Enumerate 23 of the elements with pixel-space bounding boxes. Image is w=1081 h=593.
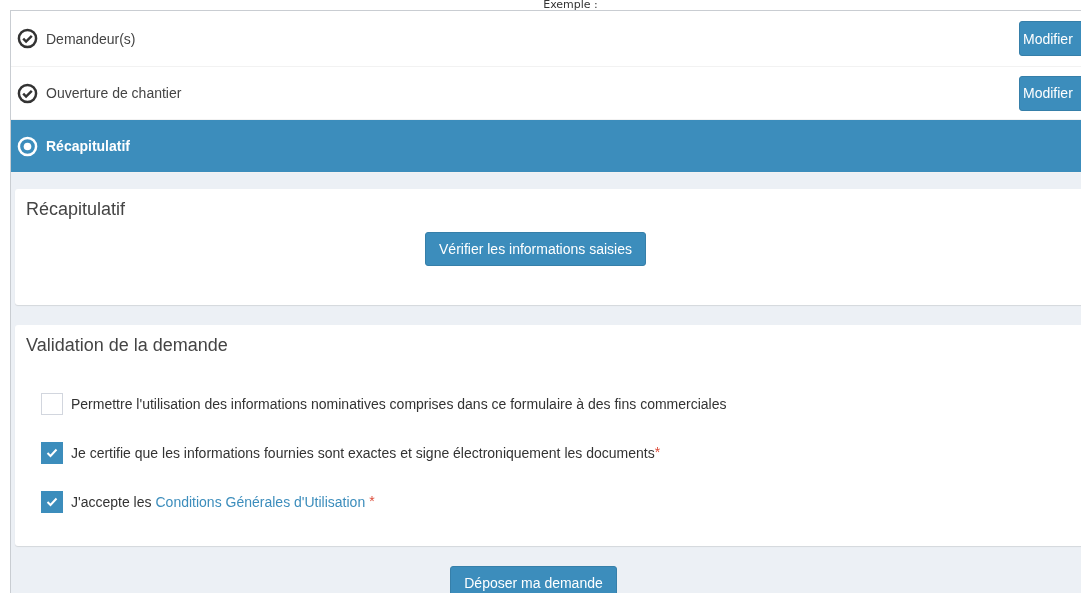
caption: Exemple : (543, 0, 598, 10)
required-mark: * (654, 444, 661, 460)
check-icon (46, 447, 58, 458)
card-title: Validation de la demande (26, 335, 229, 356)
checkbox-label: Permettre l'utilisation des informations nominatives comprises dans ce formulaire à des fins commerciales (71, 395, 727, 412)
checkbox-label: J'accepte les (71, 493, 152, 510)
check-circle-icon (17, 82, 38, 104)
step-row[interactable]: Demandeur(s) Modifier (11, 11, 1081, 67)
checkbox-label: Je certifie que les informations fournies sont exactes et signe électroniquement les documents (71, 444, 655, 461)
terms-link[interactable]: Conditions Générales d'Utilisation (155, 493, 366, 510)
checkbox[interactable] (41, 441, 63, 464)
card-title: Récapitulatif (26, 199, 127, 220)
modify-button[interactable]: Modifier (1019, 21, 1081, 56)
verify-button[interactable]: Vérifier les informations saisies (425, 232, 646, 266)
submit-button[interactable]: Déposer ma demande (450, 566, 617, 593)
check-circle-icon (17, 28, 38, 49)
checkbox[interactable] (41, 490, 63, 513)
required-mark: * (369, 493, 375, 509)
step-row[interactable]: Ouverture de chantier Modifier (11, 67, 1081, 120)
step-row[interactable]: Récapitulatif (11, 120, 1081, 173)
radio-dot-icon (17, 135, 38, 157)
modify-button[interactable]: Modifier (1019, 75, 1081, 111)
check-icon (46, 496, 58, 507)
